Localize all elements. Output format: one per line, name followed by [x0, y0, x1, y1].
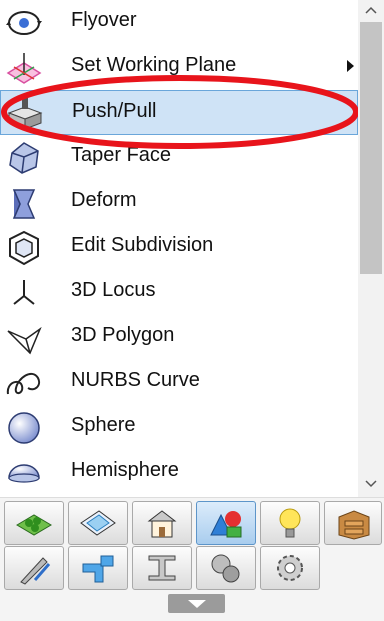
deform-icon	[4, 184, 44, 222]
menu-item-label: Set Working Plane	[71, 54, 237, 76]
drafting-plane-button[interactable]	[68, 501, 128, 545]
menu-item-sphere[interactable]: Sphere	[0, 405, 358, 450]
menu-item-label: 3D Locus	[71, 279, 156, 301]
menu-item-3d-polygon[interactable]: 3D Polygon	[0, 315, 358, 360]
3d-locus-icon	[4, 274, 44, 312]
scrollbar[interactable]	[358, 0, 384, 497]
lighting-button[interactable]	[260, 501, 320, 545]
menu-item-label: Push/Pull	[72, 100, 157, 122]
edit-subdivision-icon	[4, 229, 44, 267]
3d-modeling-button[interactable]	[196, 501, 256, 545]
3d-modeling-icon	[210, 511, 242, 538]
menu-item-label: Sphere	[71, 414, 136, 436]
plumbing-pipe-button[interactable]	[68, 546, 128, 590]
working-plane-icon	[4, 49, 44, 87]
3d-polygon-icon	[4, 319, 44, 357]
submenu-arrow-icon	[347, 60, 354, 72]
menu-item-label: 3D Polygon	[71, 324, 175, 346]
menu-item-edit-subdivision[interactable]: Edit Subdivision	[0, 225, 358, 270]
gear-button[interactable]	[260, 546, 320, 590]
flyover-icon	[4, 4, 44, 42]
menu-item-nurbs-curve[interactable]: NURBS Curve	[0, 360, 358, 405]
steel-beam-icon	[148, 555, 176, 581]
drafting-plane-icon	[80, 510, 116, 536]
hemisphere-icon	[4, 454, 44, 492]
edit-tools-icon	[20, 557, 51, 585]
plumbing-pipe-icon	[82, 555, 114, 583]
expand-toolbar-button[interactable]	[168, 594, 225, 613]
site-tools-icon	[16, 514, 52, 536]
push-pull-icon	[5, 95, 45, 133]
menu-item-label: Flyover	[71, 9, 137, 31]
nurbs-curve-icon	[4, 364, 44, 402]
context-menu: Flyover Set Working Plane Push/Pull Tape…	[0, 0, 358, 497]
menu-item-taper-face[interactable]: Taper Face	[0, 135, 358, 180]
objects-icon	[338, 510, 370, 540]
scroll-thumb[interactable]	[360, 22, 382, 274]
gear-icon	[277, 555, 303, 581]
sphere-icon	[4, 409, 44, 447]
menu-item-hemisphere[interactable]: Hemisphere	[0, 450, 358, 495]
menu-item-push-pull[interactable]: Push/Pull	[0, 90, 358, 135]
site-tools-button[interactable]	[4, 501, 64, 545]
menu-item-flyover[interactable]: Flyover	[0, 0, 358, 45]
menu-item-label: NURBS Curve	[71, 369, 200, 391]
taper-face-icon	[4, 139, 44, 177]
menu-item-set-working-plane[interactable]: Set Working Plane	[0, 45, 358, 90]
menu-item-label: Taper Face	[71, 144, 172, 166]
bolt-icon	[211, 554, 240, 583]
menu-item-label: Deform	[71, 189, 137, 211]
building-tools-button[interactable]	[132, 501, 192, 545]
lighting-icon	[279, 508, 301, 538]
edit-tools-button[interactable]	[4, 546, 64, 590]
building-tools-icon	[147, 510, 177, 538]
scroll-down-arrow-icon[interactable]	[358, 472, 384, 494]
menu-item-label: Hemisphere	[71, 459, 179, 481]
objects-button[interactable]	[324, 501, 382, 545]
menu-item-3d-locus[interactable]: 3D Locus	[0, 270, 358, 315]
menu-item-label: Edit Subdivision	[71, 234, 214, 256]
scroll-up-arrow-icon[interactable]	[358, 0, 384, 22]
bolt-button[interactable]	[196, 546, 256, 590]
menu-item-deform[interactable]: Deform	[0, 180, 358, 225]
steel-beam-button[interactable]	[132, 546, 192, 590]
